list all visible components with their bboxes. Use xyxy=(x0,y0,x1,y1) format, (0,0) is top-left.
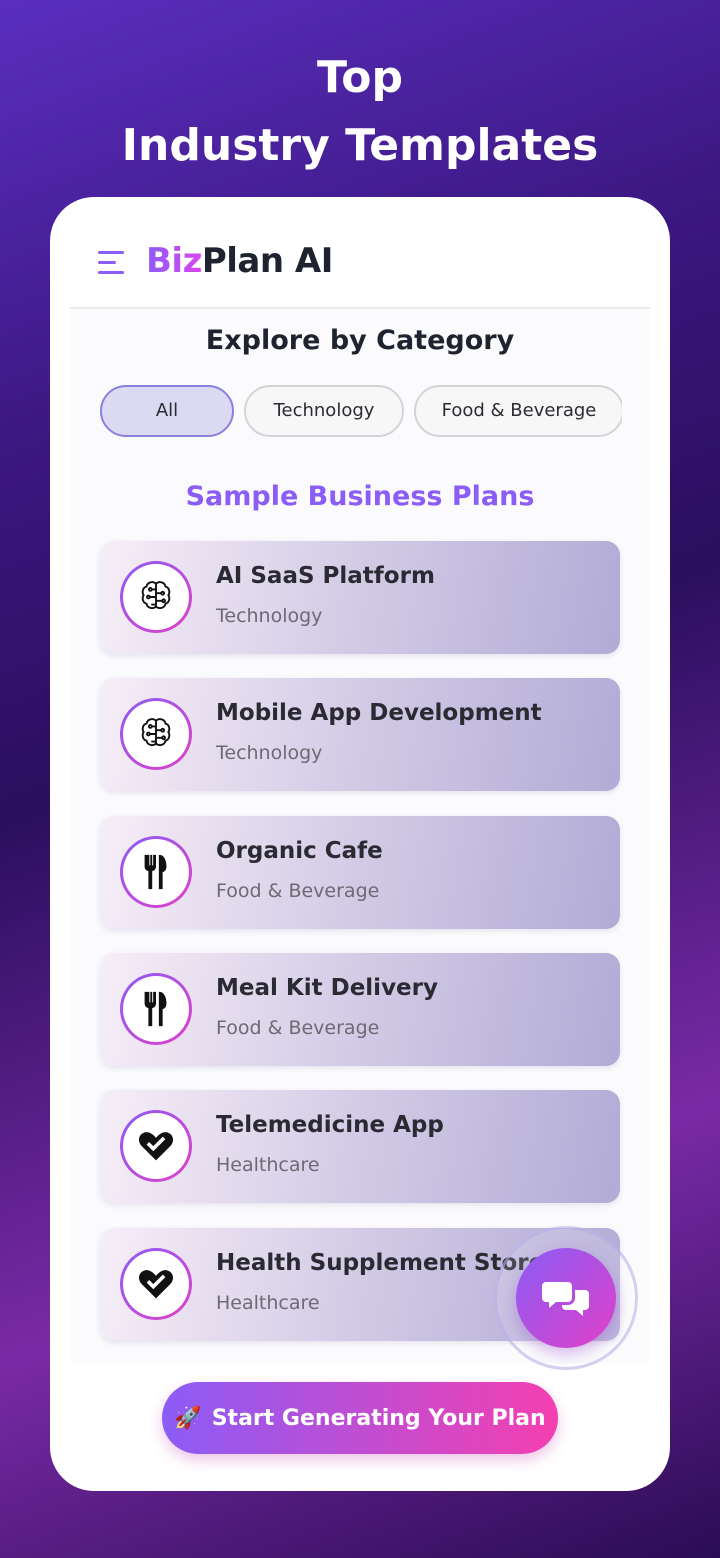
start-generating-button[interactable]: 🚀 Start Generating Your Plan xyxy=(162,1382,558,1454)
heart-icon xyxy=(139,1270,173,1299)
rocket-icon: 🚀 xyxy=(174,1405,202,1431)
card-icon-ring xyxy=(120,561,192,633)
card-icon-ring xyxy=(120,1110,192,1182)
explore-title: Explore by Category xyxy=(205,325,515,356)
card-icon-ring xyxy=(120,1248,192,1320)
card-title: Meal Kit Delivery xyxy=(216,975,438,1001)
category-chips: All Technology Food & Beverage xyxy=(100,385,622,439)
plan-card[interactable]: AI SaaS Platform Technology xyxy=(100,541,620,654)
brand-part1: Biz xyxy=(146,241,202,281)
brain-icon xyxy=(141,581,171,610)
plan-card[interactable]: Meal Kit Delivery Food & Beverage xyxy=(100,953,620,1066)
card-category: Technology xyxy=(216,742,323,764)
card-title: Telemedicine App xyxy=(216,1112,444,1138)
chip-all[interactable]: All xyxy=(100,385,234,437)
hero-title-line1: Top xyxy=(317,52,403,103)
card-title: Organic Cafe xyxy=(216,838,383,864)
card-title: AI SaaS Platform xyxy=(216,563,435,589)
card-icon-ring xyxy=(120,836,192,908)
hero-title-line2: Industry Templates xyxy=(121,120,599,171)
brand-logo: BizPlan AI xyxy=(146,241,333,281)
plan-card[interactable]: Telemedicine App Healthcare xyxy=(100,1090,620,1203)
utensils-icon xyxy=(144,991,167,1027)
main-content: Explore by Category All Technology Food & … xyxy=(70,309,650,1363)
card-icon-ring xyxy=(120,698,192,770)
chat-button[interactable] xyxy=(516,1248,616,1348)
plans-title: Sample Business Plans xyxy=(185,481,535,512)
app-header: BizPlan AI xyxy=(70,197,650,309)
utensils-icon xyxy=(144,854,167,890)
chip-technology[interactable]: Technology xyxy=(244,385,404,437)
chat-bubbles-icon xyxy=(542,1282,589,1316)
card-category: Healthcare xyxy=(216,1292,320,1314)
menu-icon[interactable] xyxy=(98,251,126,275)
card-category: Food & Beverage xyxy=(216,880,380,902)
card-category: Healthcare xyxy=(216,1154,320,1176)
card-category: Food & Beverage xyxy=(216,1017,380,1039)
brand-part2: Plan AI xyxy=(201,241,334,281)
heart-icon xyxy=(139,1132,173,1161)
brain-icon xyxy=(141,718,171,747)
hero-title: Top Industry Templates xyxy=(0,44,720,180)
card-title: Mobile App Development xyxy=(216,700,542,726)
chip-food-beverage[interactable]: Food & Beverage xyxy=(414,385,622,437)
card-title: Health Supplement Store xyxy=(216,1250,545,1276)
card-icon-ring xyxy=(120,973,192,1045)
card-category: Technology xyxy=(216,605,323,627)
plan-card[interactable]: Organic Cafe Food & Beverage xyxy=(100,816,620,929)
cta-label: Start Generating Your Plan xyxy=(211,1405,546,1431)
plan-card[interactable]: Mobile App Development Technology xyxy=(100,678,620,791)
